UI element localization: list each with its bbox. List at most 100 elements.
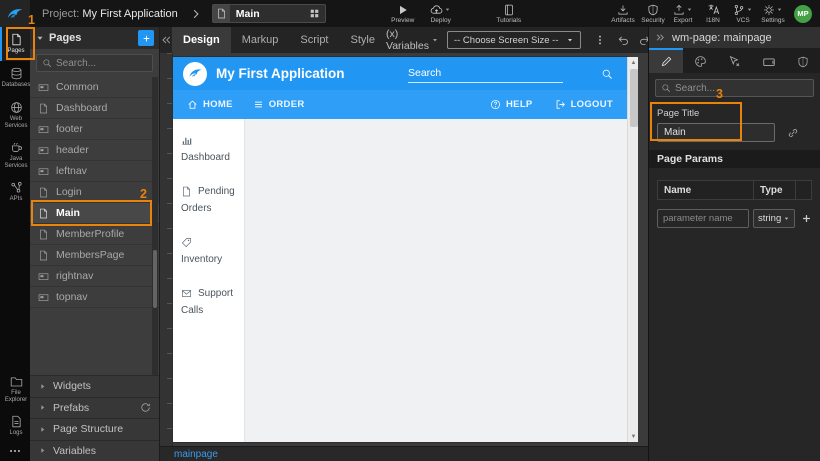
rail-item-logs[interactable]: Logs	[0, 409, 30, 443]
param-type-select[interactable]: string	[753, 209, 795, 228]
add-param-button[interactable]	[801, 213, 812, 224]
page-item-memberspage[interactable]: MembersPage	[30, 245, 159, 266]
deploy-button[interactable]: Deploy	[426, 0, 456, 27]
rail-item-databases[interactable]: Databases	[0, 61, 30, 95]
page-item-main[interactable]: Main	[30, 203, 159, 224]
vcs-button[interactable]: VCS	[728, 0, 758, 27]
tab-device[interactable]	[752, 48, 786, 73]
pages-panel-title: Pages	[49, 32, 81, 44]
more-options-button[interactable]	[0, 443, 30, 459]
partial-icon	[38, 292, 49, 303]
scroll-down-arrow[interactable]: ▼	[628, 431, 639, 442]
section-widgets[interactable]: Widgets	[30, 375, 159, 397]
properties-search-input[interactable]	[675, 83, 808, 94]
sidenav-inventory[interactable]: Inventory	[181, 234, 236, 268]
list-icon	[253, 99, 264, 110]
rail-item-apis[interactable]: APIs	[0, 175, 30, 209]
section-page-structure[interactable]: Page Structure	[30, 418, 159, 440]
logs-icon	[10, 415, 23, 428]
tab-security[interactable]	[786, 48, 820, 73]
undo-button[interactable]	[616, 34, 629, 47]
user-avatar[interactable]: MP	[794, 5, 812, 23]
tab-events[interactable]	[717, 48, 751, 73]
variables-dropdown[interactable]: (x) Variables	[386, 28, 439, 52]
app-content-area[interactable]	[245, 119, 627, 442]
pages-panel-header[interactable]: Pages	[30, 27, 159, 49]
pages-search[interactable]	[36, 54, 153, 72]
app-search-field[interactable]: Search	[408, 65, 563, 83]
page-icon	[38, 229, 49, 240]
add-page-button[interactable]	[138, 30, 154, 46]
pages-scrollbar-thumb[interactable]	[153, 250, 157, 308]
rail-item-pages[interactable]: Pages	[0, 27, 30, 61]
page-item-topnav[interactable]: topnav	[30, 287, 159, 308]
caret-right-icon	[38, 403, 47, 412]
sidenav-pending-orders[interactable]: Pending Orders	[181, 183, 236, 217]
collapse-left-panel-button[interactable]	[160, 34, 172, 46]
rail-item-file-explorer[interactable]: File Explorer	[0, 369, 30, 409]
refresh-icon[interactable]	[140, 402, 151, 413]
tab-styles[interactable]	[683, 48, 717, 73]
pages-scrollbar[interactable]	[152, 77, 158, 375]
grid-icon[interactable]	[309, 8, 320, 19]
section-prefabs[interactable]: Prefabs	[30, 397, 159, 419]
translate-icon	[707, 3, 720, 16]
artifacts-button[interactable]: Artifacts	[608, 0, 638, 27]
section-variables[interactable]: Variables	[30, 440, 159, 461]
more-menu-button[interactable]	[594, 34, 606, 46]
coffee-icon	[10, 141, 23, 154]
param-name-input[interactable]	[657, 209, 749, 228]
project-label: Project:	[42, 8, 79, 20]
tab-script[interactable]: Script	[289, 27, 339, 53]
caret-right-icon	[38, 425, 47, 434]
security-button[interactable]: Security	[638, 0, 668, 27]
column-header-stub	[795, 180, 812, 200]
nav-home[interactable]: HOME	[187, 99, 233, 110]
tab-style[interactable]: Style	[340, 27, 386, 53]
page-item-dashboard[interactable]: Dashboard	[30, 98, 159, 119]
tab-markup[interactable]: Markup	[231, 27, 290, 53]
collapse-right-panel-button[interactable]	[655, 32, 666, 43]
page-item-rightnav[interactable]: rightnav	[30, 266, 159, 287]
properties-search[interactable]	[655, 79, 814, 97]
app-header[interactable]: My First Application Search	[173, 57, 627, 90]
search-icon[interactable]	[601, 68, 613, 80]
pages-search-input[interactable]	[56, 58, 147, 69]
page-item-memberprofile[interactable]: MemberProfile	[30, 224, 159, 245]
preview-button[interactable]: Preview	[388, 0, 418, 27]
nav-logout[interactable]: LOGOUT	[555, 99, 613, 110]
page-icon	[38, 250, 49, 261]
bind-link-icon[interactable]	[787, 127, 799, 139]
screen-size-select[interactable]: -- Choose Screen Size --	[447, 31, 581, 49]
scroll-up-arrow[interactable]: ▲	[628, 57, 639, 68]
page-selector[interactable]: Main	[212, 4, 326, 23]
rail-item-java-services[interactable]: Java Services	[0, 135, 30, 175]
canvas-scrollbar-thumb[interactable]	[630, 69, 638, 127]
nav-order[interactable]: ORDER	[253, 99, 305, 110]
sidenav-dashboard[interactable]: Dashboard	[181, 132, 236, 166]
sidenav-support-calls[interactable]: Support Calls	[181, 285, 236, 319]
wavemaker-logo[interactable]	[0, 0, 30, 27]
i18n-button[interactable]: I18N	[698, 0, 728, 27]
canvas-scrollbar[interactable]: ▲ ▼	[627, 57, 638, 442]
page-item-header[interactable]: header	[30, 140, 159, 161]
page-title-input[interactable]	[657, 123, 775, 142]
top-bar: Project: My First Application Main Previ…	[0, 0, 820, 27]
tab-properties[interactable]	[649, 48, 683, 73]
nav-help[interactable]: HELP	[490, 99, 533, 110]
rail-item-web-services[interactable]: Web Services	[0, 95, 30, 135]
undo-icon	[616, 34, 629, 47]
breadcrumb-mainpage[interactable]: mainpage	[174, 449, 218, 460]
partial-icon	[38, 166, 49, 177]
settings-button[interactable]: Settings	[758, 0, 788, 27]
page-item-leftnav[interactable]: leftnav	[30, 161, 159, 182]
tab-design[interactable]: Design	[172, 27, 231, 53]
branch-icon	[733, 4, 745, 16]
tutorials-button[interactable]: Tutorials	[494, 0, 524, 27]
page-item-common[interactable]: Common	[30, 77, 159, 98]
app-body: Dashboard Pending Orders Inventory Suppo…	[173, 119, 627, 442]
wavemaker-studio: Project: My First Application Main Previ…	[0, 0, 820, 461]
export-button[interactable]: Export	[668, 0, 698, 27]
page-item-login[interactable]: Login	[30, 182, 159, 203]
page-item-footer[interactable]: footer	[30, 119, 159, 140]
